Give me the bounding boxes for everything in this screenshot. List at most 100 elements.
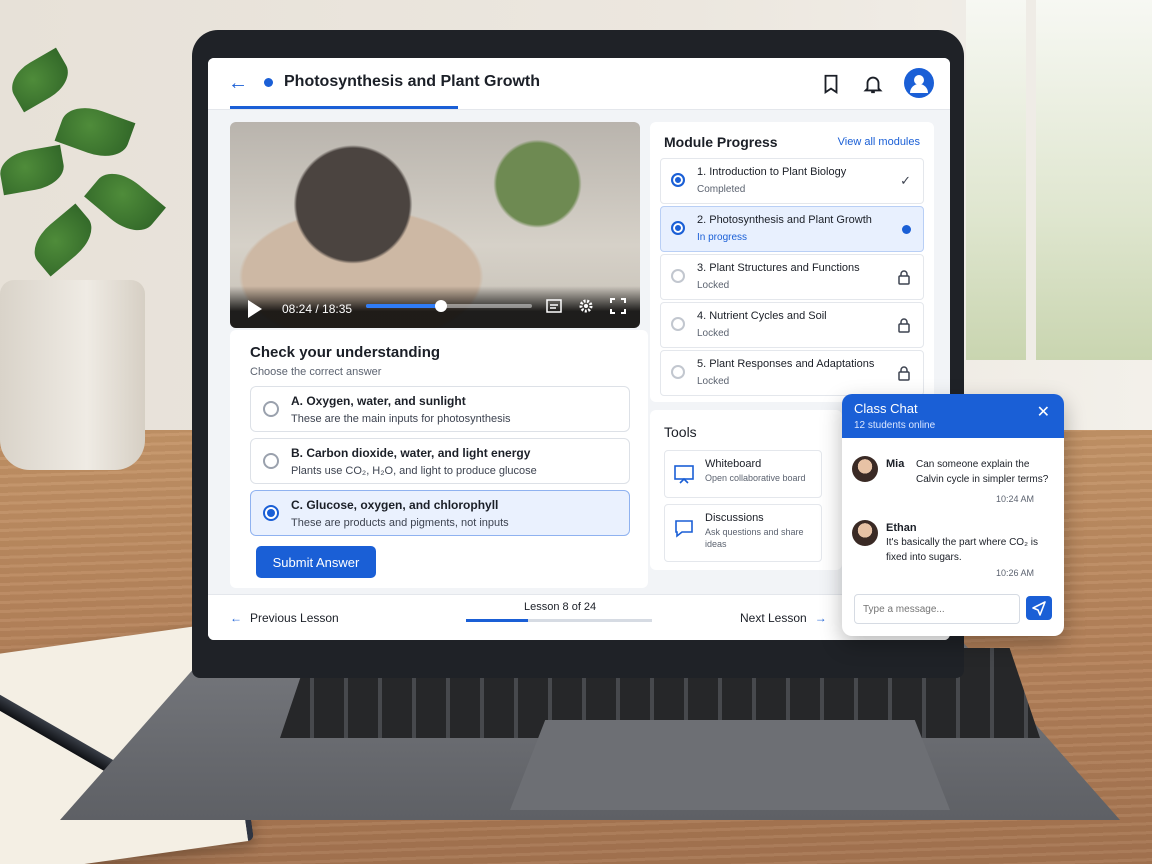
quiz-subtitle: Choose the correct answer [250, 366, 382, 378]
completed-dot-icon [671, 173, 685, 187]
tools-card: Tools Whiteboard Open collaborative boar… [650, 410, 842, 570]
module-item-3[interactable]: 3. Plant Structures and Functions Locked [660, 254, 924, 300]
module-item-2[interactable]: 2. Photosynthesis and Plant Growth In pr… [660, 206, 924, 252]
lesson-screen: ← Photosynthesis and Plant Growth 08:24 … [208, 58, 950, 640]
lesson-counter: Lesson 8 of 24 [524, 601, 597, 613]
answer-option-c[interactable]: C. Glucose, oxygen, and chlorophyll Thes… [250, 490, 630, 536]
chat-message-input[interactable] [854, 594, 1020, 624]
view-all-modules-link[interactable]: View all modules [838, 136, 920, 148]
pending-dot-icon [671, 317, 685, 331]
background-window [952, 0, 1152, 360]
module-status: In progress [697, 232, 748, 243]
send-icon [1032, 601, 1046, 616]
play-icon[interactable] [248, 300, 262, 318]
video-time: 08:24 / 18:35 [282, 302, 353, 316]
module-name: 4. Nutrient Cycles and Soil [697, 310, 827, 322]
current-dot-icon [671, 221, 685, 235]
top-bar: ← Photosynthesis and Plant Growth [208, 58, 950, 110]
previous-lesson-label: Previous Lesson [250, 611, 339, 625]
message-text: Can someone explain the Calvin cycle in … [916, 459, 1049, 485]
bell-icon[interactable] [862, 73, 884, 95]
seek-bar-fill [366, 304, 441, 308]
previous-lesson-button[interactable]: ← Previous Lesson [230, 611, 339, 625]
answer-option-b[interactable]: B. Carbon dioxide, water, and light ener… [250, 438, 630, 484]
tool-whiteboard[interactable]: Whiteboard Open collaborative board [664, 450, 822, 498]
lock-icon [898, 318, 910, 333]
module-item-1[interactable]: 1. Introduction to Plant Biology Complet… [660, 158, 924, 204]
module-item-5[interactable]: 5. Plant Responses and Adaptations Locke… [660, 350, 924, 396]
seek-handle[interactable] [434, 300, 447, 312]
message-time: 10:24 AM [995, 494, 1034, 504]
settings-icon[interactable] [578, 298, 594, 314]
video-player[interactable]: 08:24 / 18:35 [230, 122, 640, 328]
message-text: It's basically the part where CO₂ is fix… [886, 537, 1038, 563]
lock-icon [898, 366, 910, 381]
message-time: 10:26 AM [995, 568, 1034, 578]
submit-answer-button[interactable]: Submit Answer [256, 546, 376, 578]
tool-description: Open collaborative board [705, 473, 806, 483]
video-controls: 08:24 / 18:35 [230, 286, 640, 328]
tool-description: Ask questions and share ideas [705, 527, 804, 549]
tool-name: Discussions [705, 512, 764, 524]
checkmark-icon: ✓ [900, 173, 911, 188]
next-lesson-label: Next Lesson [740, 611, 807, 625]
radio-button[interactable] [263, 453, 279, 469]
next-lesson-button[interactable]: Next Lesson → [740, 611, 827, 625]
lesson-progress-fill [466, 619, 528, 622]
option-description: These are the main inputs for photosynth… [291, 413, 511, 425]
user-avatar-icon[interactable] [904, 68, 934, 98]
title-underline [230, 106, 458, 109]
lock-icon [898, 270, 910, 285]
avatar [852, 456, 878, 482]
module-status: Completed [697, 184, 746, 195]
message-author: Mia [886, 458, 905, 470]
tools-title: Tools [664, 424, 697, 440]
tool-discussions[interactable]: Discussions Ask questions and share idea… [664, 504, 822, 562]
module-name: 5. Plant Responses and Adaptations [697, 358, 875, 370]
message-author: Ethan [886, 522, 917, 534]
option-label: B. Carbon dioxide, water, and light ener… [291, 446, 531, 460]
bookmark-icon[interactable] [820, 73, 842, 95]
lesson-progress-bar [466, 619, 652, 622]
option-description: These are products and pigments, not inp… [291, 517, 509, 529]
send-button[interactable] [1026, 596, 1052, 620]
radio-button-selected[interactable] [263, 505, 279, 521]
module-status: Locked [697, 280, 730, 291]
lesson-footer: ← Previous Lesson Lesson 8 of 24 Next Les… [208, 594, 950, 640]
option-description: Plants use CO₂, H₂O, and light to produc… [291, 465, 537, 477]
class-chat-panel: Class Chat 12 students online ✕ Mia Can … [842, 394, 1064, 636]
whiteboard-icon [674, 465, 694, 484]
module-progress-card: Module Progress View all modules 1. Intr… [650, 122, 934, 402]
status-dot [264, 78, 273, 87]
laptop-trackpad [510, 720, 950, 810]
arrow-left-icon: ← [230, 611, 242, 625]
online-count: 12 students online [854, 420, 936, 431]
arrow-right-icon: → [814, 611, 827, 625]
avatar [852, 520, 878, 546]
in-progress-dot-icon [902, 225, 911, 234]
module-name: 1. Introduction to Plant Biology [697, 166, 847, 178]
module-status: Locked [697, 376, 730, 387]
tool-name: Whiteboard [705, 458, 762, 470]
back-arrow-icon[interactable]: ← [228, 72, 248, 95]
chat-title: Class Chat [854, 401, 918, 416]
module-status: Locked [697, 328, 730, 339]
module-item-4[interactable]: 4. Nutrient Cycles and Soil Locked [660, 302, 924, 348]
course-title: Photosynthesis and Plant Growth [284, 73, 541, 90]
pending-dot-icon [671, 365, 685, 379]
captions-icon[interactable] [546, 298, 562, 314]
option-label: A. Oxygen, water, and sunlight [291, 394, 466, 408]
radio-button[interactable] [263, 401, 279, 417]
close-icon[interactable]: ✕ [1037, 402, 1050, 422]
fullscreen-icon[interactable] [610, 298, 626, 314]
chat-bubble-icon [675, 520, 693, 538]
option-label: C. Glucose, oxygen, and chlorophyll [291, 498, 499, 512]
quiz-card: Check your understanding Choose the corr… [230, 330, 648, 588]
quiz-title: Check your understanding [250, 344, 441, 361]
module-name: 3. Plant Structures and Functions [697, 262, 860, 274]
seek-bar[interactable] [366, 300, 532, 312]
module-name: 2. Photosynthesis and Plant Growth [697, 214, 872, 226]
answer-option-a[interactable]: A. Oxygen, water, and sunlight These are… [250, 386, 630, 432]
pending-dot-icon [671, 269, 685, 283]
chat-header: Class Chat 12 students online ✕ [842, 394, 1064, 438]
